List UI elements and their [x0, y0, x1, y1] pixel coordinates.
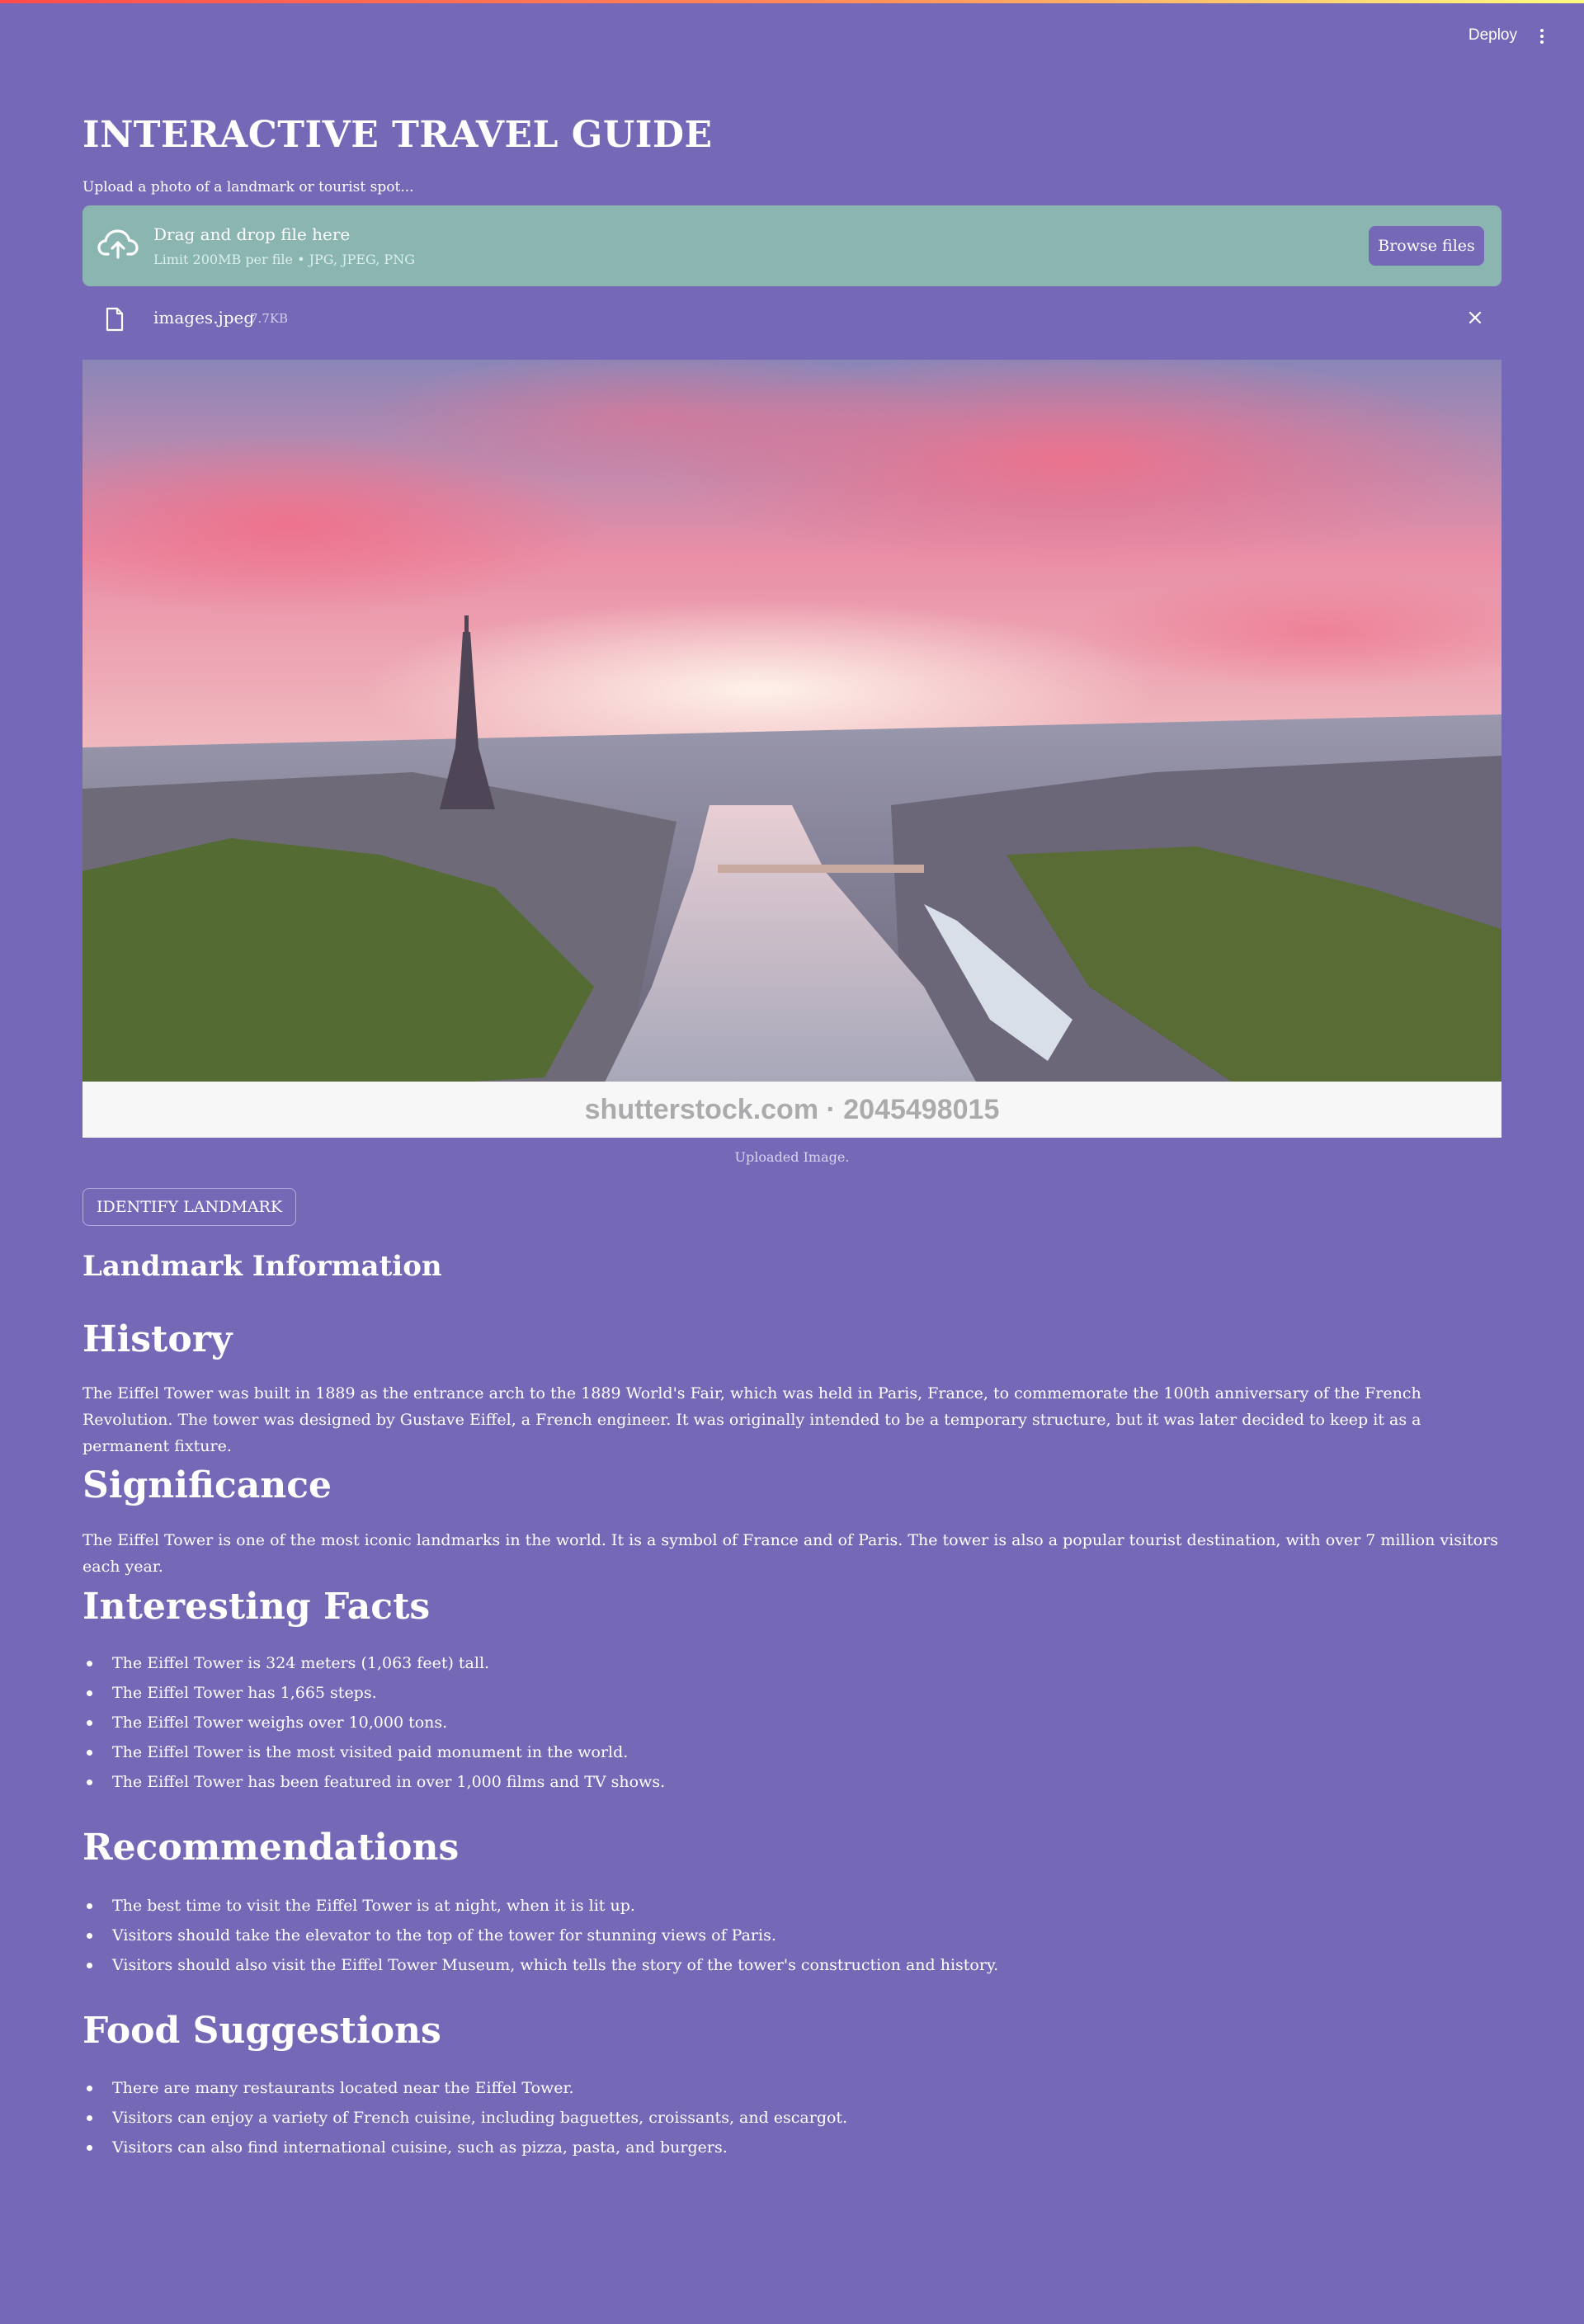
history-heading: History [82, 1318, 233, 1360]
food-list: There are many restaurants located near … [82, 2073, 1502, 2162]
recommendations-list: The best time to visit the Eiffel Tower … [82, 1891, 1502, 1980]
file-dropzone[interactable]: Drag and drop file here Limit 200MB per … [82, 205, 1502, 286]
file-name: images.jpeg [153, 308, 255, 328]
dropzone-limits: Limit 200MB per file • JPG, JPEG, PNG [153, 252, 415, 267]
interesting-facts-heading: Interesting Facts [82, 1586, 431, 1628]
list-item: Visitors should take the elevator to the… [82, 1921, 1502, 1950]
identify-landmark-button[interactable]: IDENTIFY LANDMARK [82, 1188, 297, 1226]
page-title: INTERACTIVE TRAVEL GUIDE [82, 114, 713, 156]
upload-label: Upload a photo of a landmark or tourist … [82, 179, 414, 196]
list-item: The Eiffel Tower has been featured in ov… [82, 1767, 1502, 1797]
recommendations-heading: Recommendations [82, 1827, 460, 1869]
cloud-upload-icon [97, 229, 139, 259]
list-item: The Eiffel Tower is 324 meters (1,063 fe… [82, 1648, 1502, 1678]
deploy-button[interactable]: Deploy [1468, 26, 1517, 45]
list-item: There are many restaurants located near … [82, 2073, 1502, 2103]
history-text: The Eiffel Tower was built in 1889 as th… [82, 1384, 1421, 1455]
significance-heading: Significance [82, 1464, 332, 1506]
vertical-ellipsis-icon[interactable] [1532, 26, 1552, 46]
significance-text: The Eiffel Tower is one of the most icon… [82, 1531, 1498, 1576]
app-header: Deploy [0, 0, 1584, 74]
close-icon[interactable] [1466, 309, 1484, 327]
facts-list: The Eiffel Tower is 324 meters (1,063 fe… [82, 1648, 1502, 1797]
food-suggestions-heading: Food Suggestions [82, 2010, 441, 2052]
uploaded-landmark-image: shutterstock.com · 2045498015 [82, 360, 1502, 1138]
list-item: The Eiffel Tower has 1,665 steps. [82, 1678, 1502, 1708]
list-item: Visitors can also find international cui… [82, 2133, 1502, 2162]
list-item: Visitors should also visit the Eiffel To… [82, 1950, 1502, 1980]
list-item: The Eiffel Tower weighs over 10,000 tons… [82, 1708, 1502, 1737]
list-item: Visitors can enjoy a variety of French c… [82, 2103, 1502, 2133]
image-watermark: shutterstock.com · 2045498015 [585, 1094, 1000, 1125]
browse-files-button[interactable]: Browse files [1369, 226, 1484, 266]
list-item: The Eiffel Tower is the most visited pai… [82, 1737, 1502, 1767]
uploaded-file-row: images.jpeg 7.7KB [82, 300, 1502, 337]
list-item: The best time to visit the Eiffel Tower … [82, 1891, 1502, 1921]
file-size: 7.7KB [250, 311, 289, 326]
image-caption: Uploaded Image. [734, 1149, 850, 1165]
file-icon [106, 307, 124, 332]
dropzone-title: Drag and drop file here [153, 224, 351, 244]
landmark-info-heading: Landmark Information [82, 1250, 442, 1283]
